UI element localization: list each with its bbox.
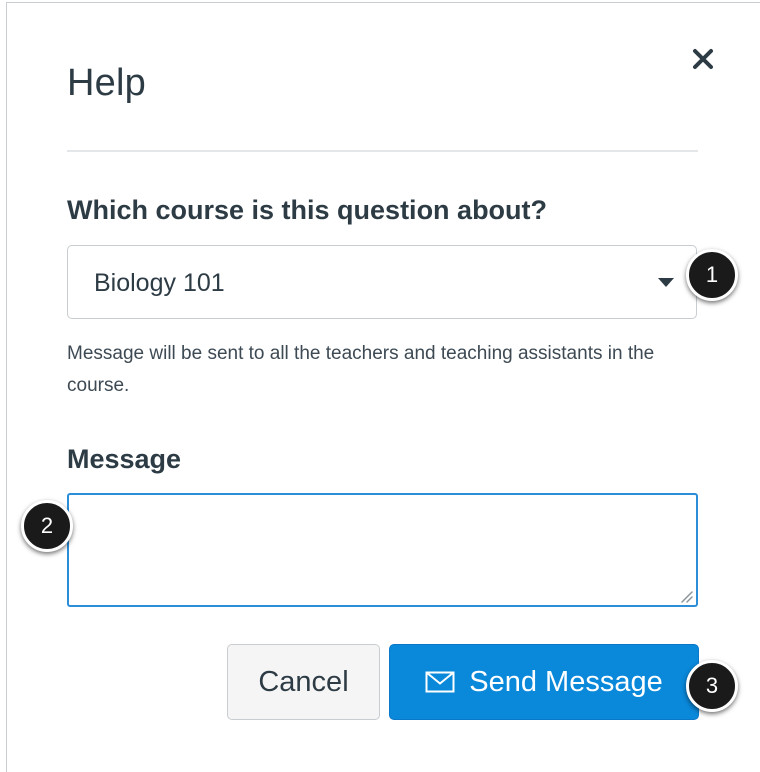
caret-down-icon [658,278,674,287]
callout-badge-2: 2 [21,500,73,552]
message-textarea[interactable] [67,493,698,607]
course-select[interactable]: Biology 101 [67,245,697,319]
send-message-label: Send Message [469,665,663,698]
course-hint-text: Message will be sent to all the teachers… [67,343,655,396]
close-button[interactable] [686,42,720,76]
close-icon [693,49,713,69]
message-label: Message [67,444,182,474]
callout-badge-3: 3 [686,660,738,712]
mail-icon [425,671,455,693]
resize-handle-icon[interactable] [676,586,694,604]
send-message-button[interactable]: Send Message [389,644,699,720]
course-select-value: Biology 101 [94,269,225,297]
course-select-label: Which course is this question about? [67,195,548,225]
callout-badge-1: 1 [686,249,738,301]
dialog-title: Help [67,62,146,104]
cancel-button[interactable]: Cancel [227,644,380,720]
divider [67,150,698,152]
